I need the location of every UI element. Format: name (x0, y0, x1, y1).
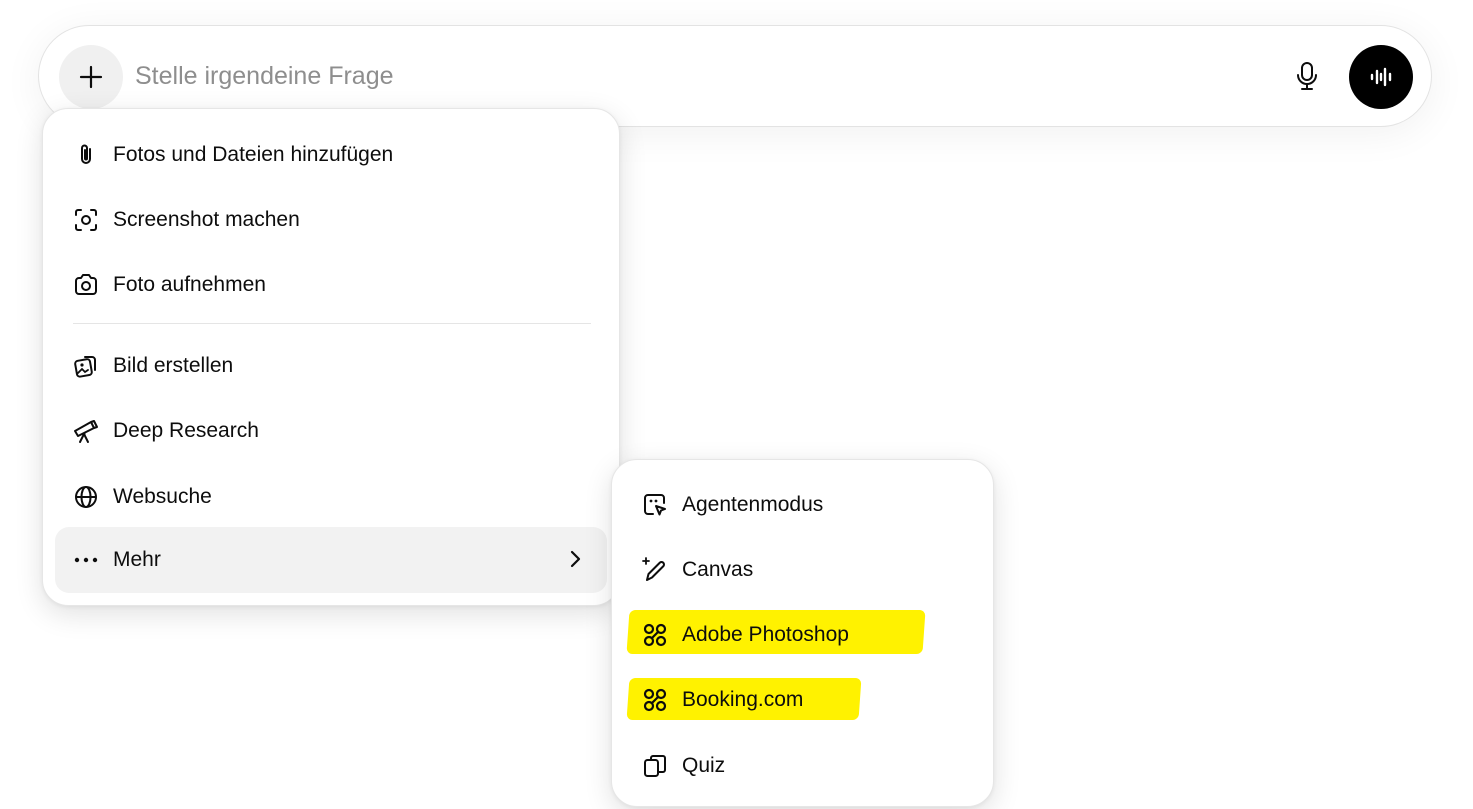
menu-item-label: Bild erstellen (113, 354, 234, 377)
menu-item-screenshot[interactable]: Screenshot machen (71, 196, 591, 244)
more-menu: Agentenmodus Canvas Adobe Photoshop Book… (611, 459, 994, 807)
microphone-icon (1295, 61, 1319, 91)
page: Fotos und Dateien hinzufügen Screenshot … (0, 0, 1473, 809)
voice-waveform-icon (1368, 64, 1394, 90)
menu-item-adobe-photoshop[interactable]: Adobe Photoshop (640, 611, 970, 659)
menu-item-label: Deep Research (113, 419, 259, 442)
ellipsis-icon (71, 545, 101, 575)
menu-item-create-image[interactable]: Bild erstellen (71, 342, 591, 390)
agent-cursor-icon (640, 490, 670, 520)
menu-item-canvas[interactable]: Canvas (640, 546, 970, 594)
menu-item-booking-com[interactable]: Booking.com (640, 676, 970, 724)
voice-mode-button[interactable] (1349, 45, 1413, 109)
command-key-icon (640, 685, 670, 715)
menu-item-label: Screenshot machen (113, 208, 300, 231)
menu-divider (73, 323, 591, 324)
chevron-right-icon (563, 547, 587, 571)
cards-icon (640, 751, 670, 781)
menu-item-add-files[interactable]: Fotos und Dateien hinzufügen (71, 131, 591, 179)
menu-item-more[interactable]: Mehr (55, 527, 607, 593)
paperclip-icon (71, 140, 101, 170)
add-attachment-button[interactable] (59, 45, 123, 109)
attach-menu: Fotos und Dateien hinzufügen Screenshot … (42, 108, 620, 606)
menu-item-label: Websuche (113, 485, 212, 508)
camera-icon (71, 270, 101, 300)
image-create-icon (71, 351, 101, 381)
menu-item-take-photo[interactable]: Foto aufnehmen (71, 261, 591, 309)
menu-item-label: Mehr (113, 548, 161, 571)
dictate-button[interactable] (1283, 52, 1331, 100)
menu-item-label: Foto aufnehmen (113, 273, 266, 296)
telescope-icon (71, 416, 101, 446)
prompt-input[interactable] (135, 50, 1235, 102)
menu-item-deep-research[interactable]: Deep Research (71, 407, 591, 455)
menu-item-quiz[interactable]: Quiz (640, 742, 970, 790)
globe-icon (71, 482, 101, 512)
menu-item-label: Quiz (682, 754, 726, 777)
menu-item-label: Agentenmodus (682, 493, 824, 516)
menu-item-web-search[interactable]: Websuche (71, 473, 591, 521)
pencil-sparkle-icon (640, 555, 670, 585)
plus-icon (77, 63, 105, 91)
menu-item-label: Canvas (682, 558, 754, 581)
menu-item-label: Booking.com (682, 688, 804, 711)
menu-item-label: Fotos und Dateien hinzufügen (113, 143, 394, 166)
screenshot-icon (71, 205, 101, 235)
menu-item-label: Adobe Photoshop (682, 623, 849, 646)
command-key-icon (640, 620, 670, 650)
menu-item-agent-mode[interactable]: Agentenmodus (640, 481, 970, 529)
